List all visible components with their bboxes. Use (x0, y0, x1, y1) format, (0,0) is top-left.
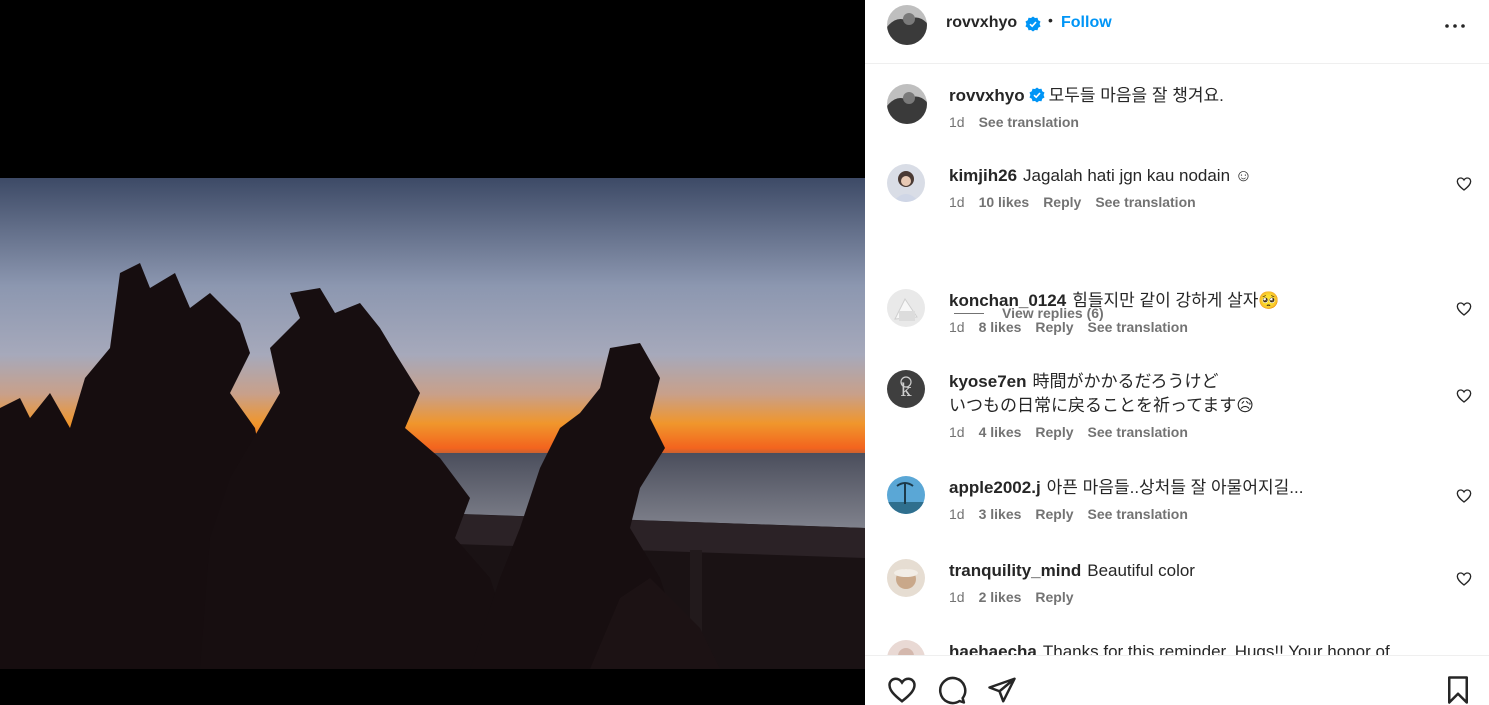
comment-text: 時間がかかるだろうけど (1032, 372, 1219, 391)
reply-button[interactable]: Reply (1035, 589, 1073, 605)
author-avatar[interactable] (887, 5, 927, 45)
comment-username[interactable]: tranquility_mind (949, 561, 1081, 580)
caption-timestamp[interactable]: 1d (949, 114, 965, 130)
comment-username[interactable]: apple2002.j (949, 478, 1041, 497)
comments-list[interactable]: rovvxhyo 모두들 마음을 잘 챙겨요. 1d See translation… (865, 64, 1489, 655)
see-translation-button[interactable]: See translation (1088, 319, 1188, 335)
post-header: rovvxhyo • Follow (865, 0, 1489, 64)
comment-timestamp[interactable]: 1d (949, 589, 965, 605)
comment-text: Jagalah hati jgn kau nodain ☺ (1023, 166, 1253, 185)
share-icon[interactable] (987, 675, 1017, 705)
see-translation-button[interactable]: See translation (1095, 194, 1195, 210)
heart-icon[interactable] (1456, 488, 1472, 504)
separator-dot: • (1048, 12, 1053, 28)
comment-text: Thanks for this reminder. Hugs!! Your ho… (1042, 642, 1390, 655)
comment-username[interactable]: konchan_0124 (949, 291, 1066, 310)
author-avatar[interactable] (887, 84, 927, 124)
commenter-avatar[interactable] (887, 640, 925, 655)
see-translation-button[interactable]: See translation (1088, 424, 1188, 440)
verified-badge-icon (1029, 87, 1045, 103)
comment-username[interactable]: kimjih26 (949, 166, 1017, 185)
comment-timestamp[interactable]: 1d (949, 319, 965, 335)
follow-button[interactable]: Follow (1061, 14, 1112, 32)
comment-username[interactable]: haehaecha (949, 642, 1037, 655)
comment-text: 아픈 마음들..상처들 잘 아물어지길... (1046, 478, 1304, 497)
see-translation-button[interactable]: See translation (979, 114, 1079, 130)
post-media (0, 0, 865, 705)
commenter-avatar[interactable] (887, 289, 925, 327)
comment-likes[interactable]: 3 likes (979, 506, 1022, 522)
author-username[interactable]: rovvxhyo (946, 14, 1017, 32)
comment-timestamp[interactable]: 1d (949, 506, 965, 522)
comment-icon[interactable] (937, 675, 967, 705)
sunset-photo (0, 178, 865, 669)
post-actions-bar (865, 655, 1489, 705)
heart-icon[interactable] (1456, 388, 1472, 404)
commenter-avatar[interactable] (887, 559, 925, 597)
comment-timestamp[interactable]: 1d (949, 194, 965, 210)
verified-badge-icon (1025, 16, 1041, 32)
caption-username[interactable]: rovvxhyo (949, 86, 1025, 105)
reply-button[interactable]: Reply (1035, 424, 1073, 440)
commenter-avatar[interactable] (887, 164, 925, 202)
commenter-avatar[interactable] (887, 476, 925, 514)
heart-icon[interactable] (1456, 301, 1472, 317)
heart-icon[interactable] (1456, 571, 1472, 587)
bookmark-icon[interactable] (1443, 675, 1473, 705)
comment-username[interactable]: kyose7en (949, 372, 1027, 391)
comment-likes[interactable]: 2 likes (979, 589, 1022, 605)
comment-text-line2: いつもの日常に戻ることを祈ってます😥 (949, 396, 1255, 415)
see-translation-button[interactable]: See translation (1088, 506, 1188, 522)
comment-likes[interactable]: 8 likes (979, 319, 1022, 335)
caption-text: 모두들 마음을 잘 챙겨요. (1048, 86, 1224, 105)
comment-text: 힘들지만 같이 강하게 살자🥺 (1072, 291, 1280, 310)
more-options-icon[interactable] (1443, 14, 1467, 38)
comment-text: Beautiful color (1087, 561, 1195, 580)
comment-timestamp[interactable]: 1d (949, 424, 965, 440)
comment-likes[interactable]: 4 likes (979, 424, 1022, 440)
heart-icon[interactable] (887, 675, 917, 705)
commenter-avatar[interactable]: k (887, 370, 925, 408)
heart-icon[interactable] (1456, 176, 1472, 192)
post-sidebar: rovvxhyo • Follow rovvxhyo 모두들 마음을 잘 챙겨요.… (865, 0, 1489, 705)
reply-button[interactable]: Reply (1043, 194, 1081, 210)
reply-button[interactable]: Reply (1035, 319, 1073, 335)
comment-likes[interactable]: 10 likes (979, 194, 1030, 210)
post-photo[interactable] (0, 178, 865, 669)
reply-button[interactable]: Reply (1035, 506, 1073, 522)
